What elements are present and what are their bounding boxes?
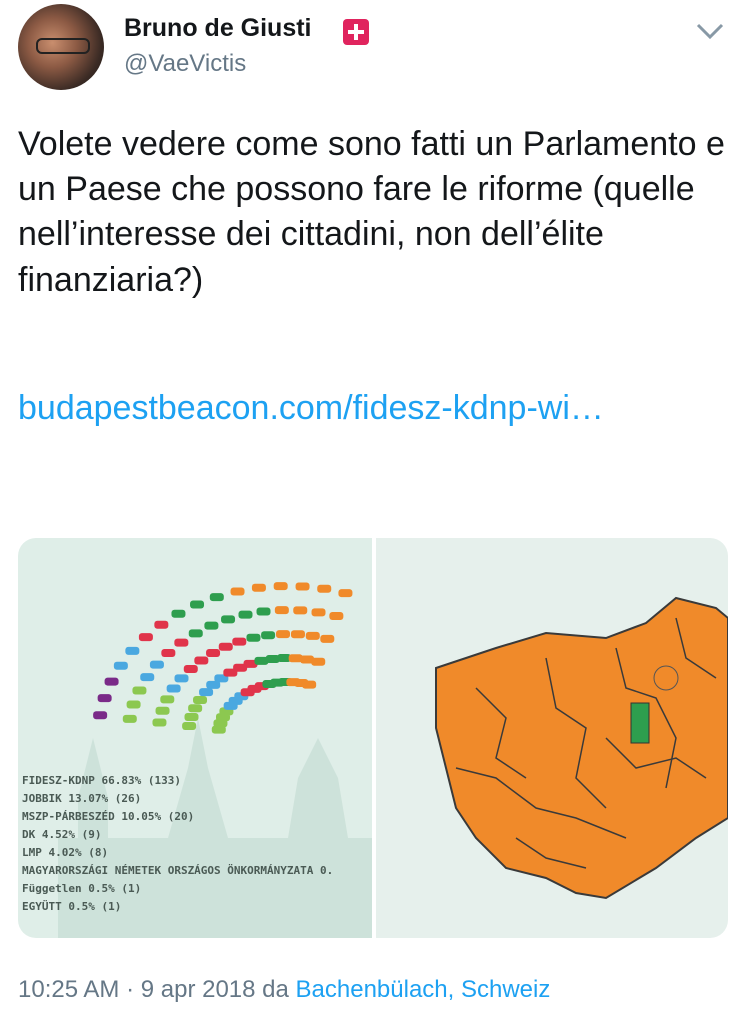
swiss-flag-icon — [343, 19, 369, 45]
parliament-seat — [302, 680, 317, 689]
legend-item: EGYÜTT 0.5% (1) — [22, 900, 122, 913]
legend-item: DK 4.52% (9) — [22, 828, 102, 841]
parliament-seat — [261, 631, 276, 640]
parliament-seat — [140, 673, 155, 682]
parliament-seat — [230, 587, 245, 596]
parliament-seat-graphic — [58, 582, 372, 938]
footer-da: da — [255, 976, 296, 1003]
parliament-seat — [93, 711, 108, 720]
legend-item: MAGYARORSZÁGI NÉMETEK ORSZÁGOS ÖNKORMÁNY… — [22, 864, 334, 877]
parliament-seat — [155, 706, 170, 715]
hungary-map — [435, 596, 728, 900]
parliament-seat — [317, 584, 332, 593]
parliament-seat — [305, 631, 320, 640]
footer-sep: · — [119, 976, 141, 1003]
parliament-seat — [246, 633, 261, 642]
parliament-seat — [275, 630, 290, 639]
parliament-seat — [132, 686, 147, 695]
tweet-link[interactable]: budapestbeacon.com/fidesz-kdnp-wi… — [18, 386, 718, 431]
tweet-footer: 10:25 AM · 9 apr 2018 da Bachenbülach, S… — [18, 976, 550, 1004]
legend-item: Független 0.5% (1) — [22, 882, 142, 895]
parliament-seat — [199, 688, 214, 697]
parliament-seat — [113, 661, 128, 670]
media-container[interactable]: FIDESZ-KDNP 66.83% (133) JOBBIK 13.07% (2… — [18, 538, 728, 938]
parliament-seat — [194, 656, 209, 665]
parliament-seat — [293, 606, 308, 615]
parliament-seat — [209, 593, 224, 602]
parliament-seat — [295, 582, 310, 591]
tweet-time[interactable]: 10:25 AM — [18, 976, 119, 1003]
parliament-seat — [171, 609, 186, 618]
parliament-seat — [256, 607, 271, 616]
parliament-seat — [274, 606, 289, 615]
parliament-seat — [104, 677, 119, 686]
parliament-seat — [273, 582, 288, 591]
parliament-seat — [122, 714, 137, 723]
tweet-location[interactable]: Bachenbülach, Schweiz — [296, 976, 551, 1003]
parliament-panel[interactable]: FIDESZ-KDNP 66.83% (133) JOBBIK 13.07% (2… — [18, 538, 372, 938]
parliament-seat — [183, 664, 198, 673]
parliament-seat — [190, 600, 205, 609]
parliament-seat — [204, 621, 219, 630]
parliament-seat — [238, 610, 253, 619]
parliament-seat — [329, 611, 344, 620]
parliament-seat — [174, 674, 189, 683]
parliament-seat — [174, 638, 189, 647]
parliament-seat — [154, 620, 169, 629]
legend-item: FIDESZ-KDNP 66.83% (133) — [22, 774, 181, 787]
parliament-seat — [206, 649, 221, 658]
legend-item: MSZP-PÁRBESZÉD 10.05% (20) — [22, 810, 195, 823]
parliament-seat — [160, 695, 175, 704]
parliament-seat — [152, 718, 167, 727]
parliament-seat — [338, 589, 353, 598]
parliament-seat — [251, 583, 266, 592]
parliament-seat — [290, 630, 305, 639]
parliament-seat — [193, 695, 208, 704]
parliament-seat — [311, 657, 326, 666]
parliament-seat — [149, 660, 164, 669]
parliament-seat — [125, 646, 140, 655]
parliament-seat — [188, 629, 203, 638]
parliament-seat — [97, 694, 112, 703]
tweet-date[interactable]: 9 apr 2018 — [141, 976, 256, 1003]
parliament-seat — [138, 633, 153, 642]
parliament-seat — [126, 700, 141, 709]
parliament-seat — [311, 608, 326, 617]
parliament-seat — [182, 722, 197, 731]
tweet-text: Volete vedere come sono fatti un Parlame… — [18, 125, 725, 299]
parliament-seat — [184, 713, 199, 722]
author-handle[interactable]: @VaeVictis — [124, 50, 246, 78]
author-name[interactable]: Bruno de Giusti — [124, 14, 312, 43]
parliament-seat — [320, 634, 335, 643]
parliament-seat — [161, 649, 176, 658]
parliament-seat — [221, 615, 236, 624]
map-panel[interactable] — [376, 538, 728, 938]
parliament-seat — [188, 704, 203, 713]
legend-item: LMP 4.02% (8) — [22, 846, 109, 859]
legend-item: JOBBIK 13.07% (26) — [22, 792, 142, 805]
chevron-down-icon[interactable] — [692, 16, 728, 46]
parliament-seat — [166, 684, 181, 693]
avatar[interactable] — [18, 4, 104, 90]
parliament-seat — [218, 642, 233, 651]
avatar-glasses — [36, 38, 90, 54]
parliament-seat — [232, 637, 247, 646]
